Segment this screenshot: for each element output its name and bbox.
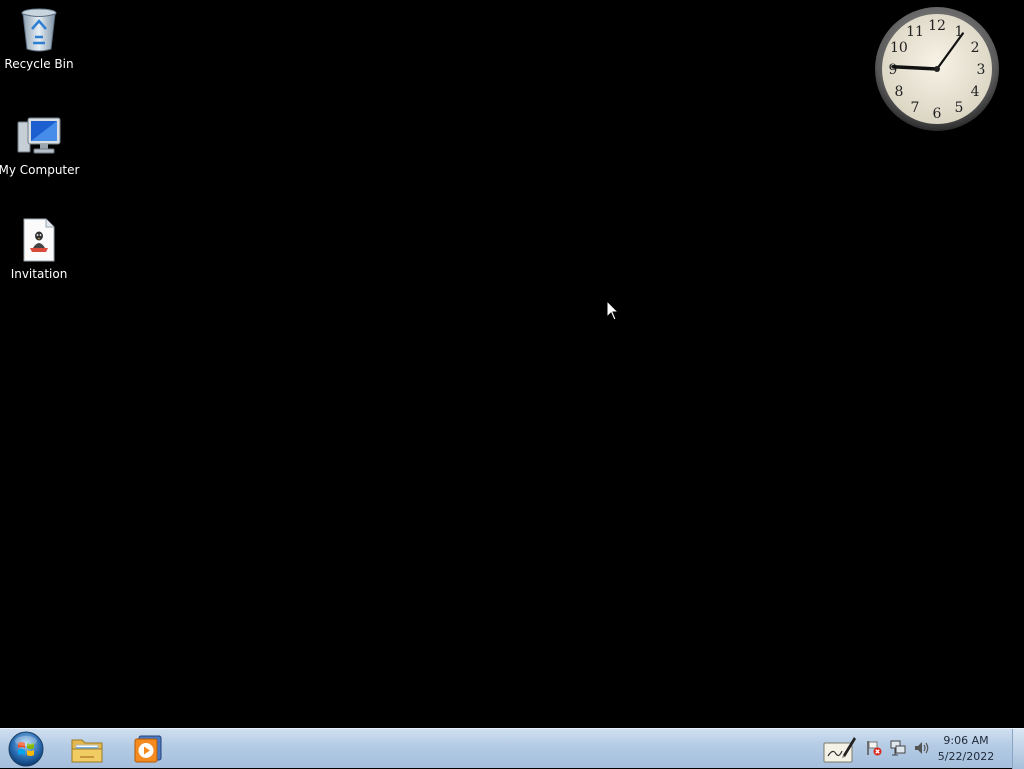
notification-area: 9:06 AM 5/22/2022 [814, 729, 1024, 769]
taskbar-clock[interactable]: 9:06 AM 5/22/2022 [934, 733, 998, 765]
mouse-cursor [606, 299, 620, 322]
clock-hour-hand [891, 64, 939, 71]
media-player-icon [134, 735, 162, 763]
desktop-icon-my-computer[interactable]: My Computer [0, 112, 80, 177]
action-center-flag-icon[interactable] [866, 740, 882, 756]
taskbar-pinned-media-player[interactable] [122, 731, 174, 767]
taskbar-time: 9:06 AM [943, 734, 989, 747]
clock-number: 2 [971, 40, 980, 56]
desktop-icon-recycle-bin[interactable]: Recycle Bin [0, 6, 78, 71]
document-icon [15, 216, 63, 264]
clock-center-pin [934, 66, 940, 72]
pen-input-icon[interactable] [823, 734, 857, 764]
windows-orb-icon [8, 731, 44, 767]
clock-gadget[interactable]: 12 1 2 3 4 5 6 7 8 9 10 11 [874, 6, 1000, 132]
clock-number: 3 [977, 62, 986, 78]
taskbar-pinned-file-explorer[interactable] [61, 731, 113, 767]
clock-number: 8 [894, 84, 903, 100]
clock-number: 9 [889, 62, 898, 78]
clock-number: 6 [933, 106, 942, 122]
computer-icon [15, 112, 63, 160]
volume-icon[interactable] [914, 740, 930, 756]
start-button[interactable] [5, 729, 47, 769]
clock-number: 7 [911, 100, 920, 116]
desktop-icon-invitation[interactable]: Invitation [0, 216, 78, 281]
clock-number: 11 [906, 24, 924, 40]
network-icon[interactable] [890, 740, 906, 756]
recycle-bin-icon [15, 6, 63, 54]
file-explorer-icon [71, 739, 103, 763]
clock-number: 10 [890, 40, 908, 56]
desktop-icon-label: Recycle Bin [4, 57, 74, 71]
clock-number: 12 [928, 18, 946, 34]
clock-number: 5 [955, 100, 964, 116]
taskbar: 9:06 AM 5/22/2022 [0, 728, 1024, 769]
desktop-icon-label: Invitation [10, 267, 68, 281]
clock-number: 4 [971, 84, 980, 100]
taskbar-date: 5/22/2022 [937, 750, 995, 763]
desktop[interactable]: Recycle Bin My Computer Invitation 12 1 … [0, 0, 1024, 728]
desktop-icon-label: My Computer [0, 163, 80, 177]
show-desktop-button[interactable] [1012, 729, 1024, 769]
